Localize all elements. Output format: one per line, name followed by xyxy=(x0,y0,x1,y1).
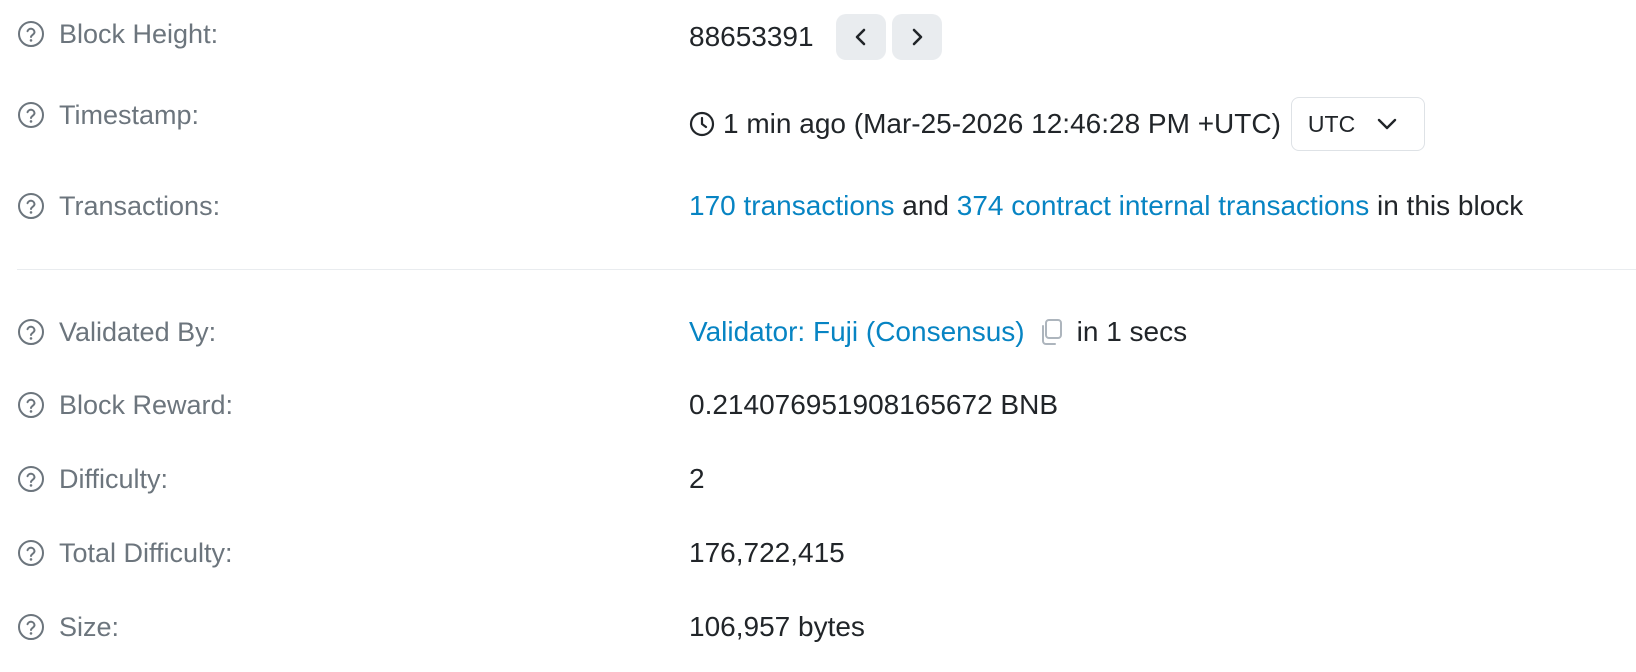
timestamp-value-cell: 1 min ago (Mar-25-2026 12:46:28 PM +UTC)… xyxy=(689,95,1425,153)
timestamp-label: Timestamp: xyxy=(17,97,199,133)
block-reward-value-cell: 0.214076951908165672 BNB xyxy=(689,379,1058,431)
size-value-cell: 106,957 bytes xyxy=(689,601,865,653)
question-circle-icon[interactable] xyxy=(17,20,45,48)
transactions-link[interactable]: 170 transactions xyxy=(689,190,894,222)
difficulty-value-cell: 2 xyxy=(689,453,705,505)
question-circle-icon[interactable] xyxy=(17,318,45,346)
timestamp-label-text: Timestamp: xyxy=(59,99,200,130)
transactions-label: Transactions: xyxy=(17,188,220,224)
validator-link[interactable]: Validator: Fuji (Consensus) xyxy=(689,316,1025,348)
size-label: Size: xyxy=(17,609,119,645)
block-reward-label: Block Reward: xyxy=(17,387,233,423)
question-circle-icon[interactable] xyxy=(17,539,45,567)
size-label-text: Size: xyxy=(59,611,120,642)
difficulty-value: 2 xyxy=(689,463,705,494)
block-height-value: 88653391 xyxy=(689,21,814,52)
block-height-label-text: Block Height: xyxy=(59,18,219,49)
chevron-down-icon xyxy=(1377,118,1397,130)
total-difficulty-label: Total Difficulty: xyxy=(17,535,233,571)
validated-by-label-text: Validated By: xyxy=(59,316,217,347)
validated-by-value-cell: Validator: Fuji (Consensus) in 1 secs xyxy=(689,306,1187,358)
total-difficulty-value-cell: 176,722,415 xyxy=(689,527,845,579)
block-height-label: Block Height: xyxy=(17,16,218,52)
size-value: 106,957 bytes xyxy=(689,611,865,642)
block-reward-value: 0.214076951908165672 BNB xyxy=(689,389,1059,420)
timezone-select-value: UTC xyxy=(1307,110,1356,137)
chevron-right-icon xyxy=(912,28,922,46)
previous-block-button[interactable] xyxy=(835,14,886,60)
transactions-value-cell: 170 transactions and 374 contract intern… xyxy=(689,180,1523,232)
block-height-value-cell: 88653391 xyxy=(689,11,942,63)
timezone-select[interactable]: UTC xyxy=(1290,97,1425,151)
transactions-label-text: Transactions: xyxy=(59,190,221,221)
question-circle-icon[interactable] xyxy=(17,465,45,493)
block-reward-label-text: Block Reward: xyxy=(59,389,234,420)
timestamp-value: 1 min ago (Mar-25-2026 12:46:28 PM +UTC) xyxy=(723,108,1281,139)
total-difficulty-value: 176,722,415 xyxy=(689,537,845,568)
question-circle-icon[interactable] xyxy=(17,101,45,129)
section-divider xyxy=(17,269,1636,270)
validated-by-label: Validated By: xyxy=(17,314,216,350)
copy-icon[interactable] xyxy=(1037,317,1065,347)
transactions-suffix: in this block xyxy=(1369,190,1524,221)
chevron-left-icon xyxy=(855,28,865,46)
difficulty-label: Difficulty: xyxy=(17,461,168,497)
internal-transactions-link[interactable]: 374 contract internal transactions xyxy=(957,190,1369,222)
total-difficulty-label-text: Total Difficulty: xyxy=(59,537,233,568)
clock-icon xyxy=(689,111,715,137)
next-block-button[interactable] xyxy=(891,14,942,60)
difficulty-label-text: Difficulty: xyxy=(59,463,169,494)
validated-by-suffix: in 1 secs xyxy=(1076,316,1188,347)
question-circle-icon[interactable] xyxy=(17,613,45,641)
question-circle-icon[interactable] xyxy=(17,192,45,220)
transactions-connector: and xyxy=(894,190,957,221)
question-circle-icon[interactable] xyxy=(17,391,45,419)
